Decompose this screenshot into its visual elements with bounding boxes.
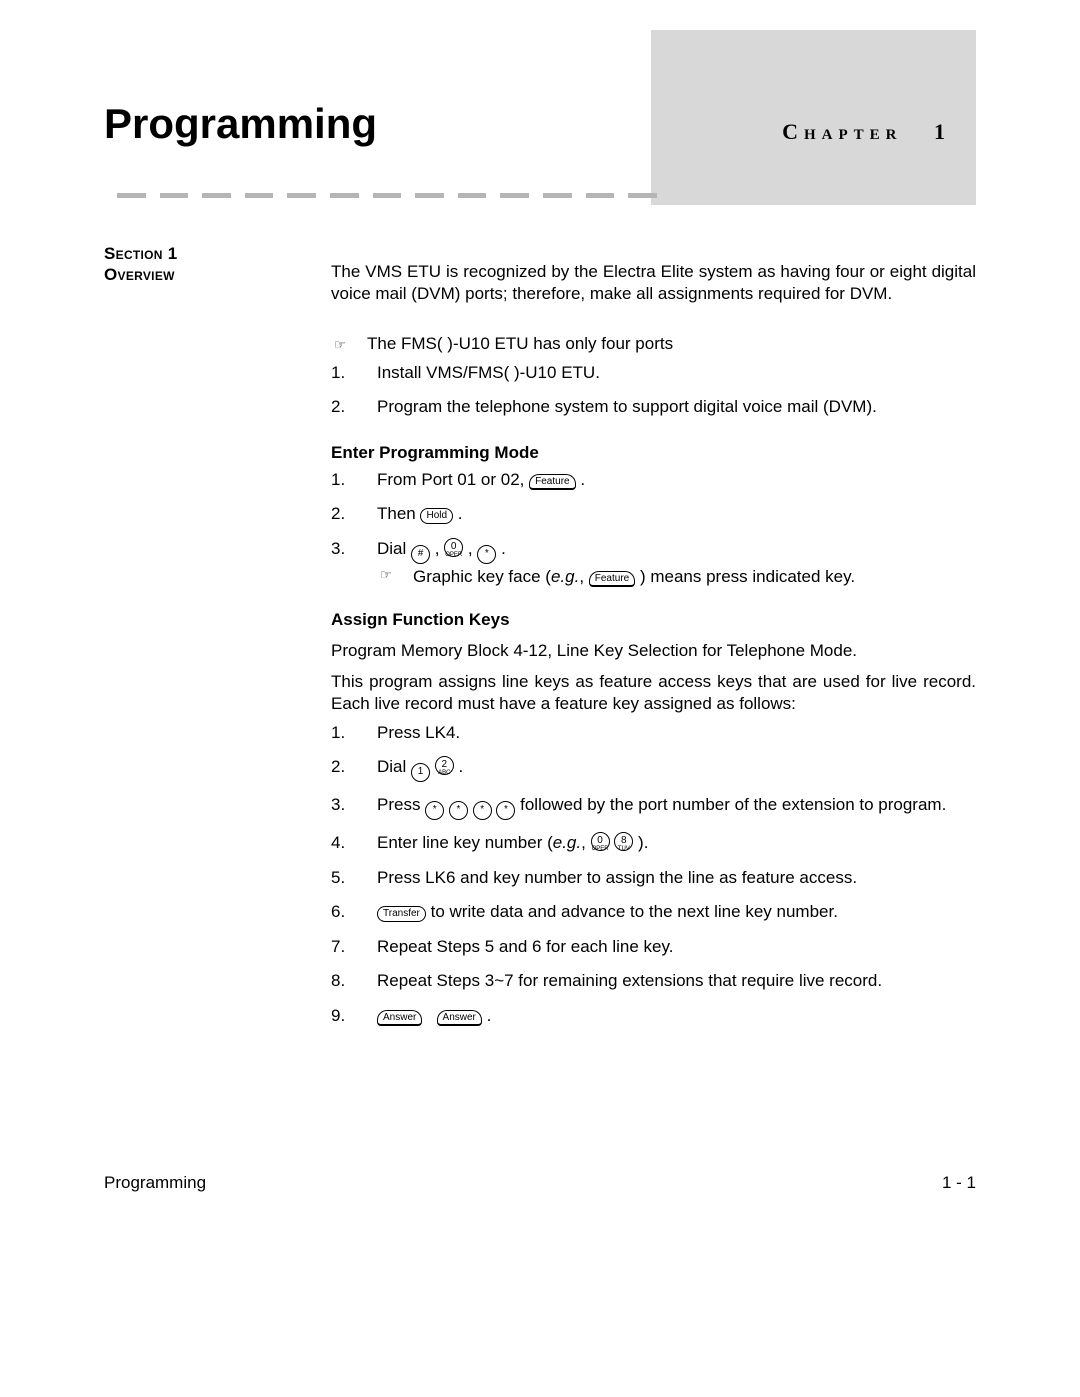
item-number: 7. <box>331 936 349 958</box>
chapter-number: 1 <box>934 119 951 144</box>
star-key-icon: * <box>449 801 468 820</box>
install-list: 1. Install VMS/FMS( )-U10 ETU. 2. Progra… <box>331 362 976 431</box>
list-item: 8. Repeat Steps 3~7 for remaining extens… <box>331 970 976 992</box>
list-item: 1. Press LK4. <box>331 722 976 744</box>
list-item: 2. Then Hold . <box>331 503 976 525</box>
assign-paragraph: This program assigns line keys as featur… <box>331 671 976 716</box>
page-title: Programming <box>104 100 377 148</box>
item-number: 8. <box>331 970 349 992</box>
item-number: 3. <box>331 538 349 564</box>
note-text: The FMS( )-U10 ETU has only four ports <box>367 333 673 355</box>
eight-key-icon: 8TUV <box>614 832 633 851</box>
note-icon: ☞ <box>331 336 349 353</box>
list-item: 1. Install VMS/FMS( )-U10 ETU. <box>331 362 976 384</box>
item-text: Press * * * * followed by the port numbe… <box>377 794 976 820</box>
section-name: Overview <box>104 265 175 285</box>
footer-right: 1 - 1 <box>942 1173 976 1193</box>
feature-key-icon: Feature <box>589 571 635 587</box>
item-text: Then Hold . <box>377 503 976 525</box>
note-text: Graphic key face (e.g., Feature ) means … <box>413 566 855 588</box>
item-number: 2. <box>331 756 349 782</box>
item-text: Install VMS/FMS( )-U10 ETU. <box>377 362 976 384</box>
item-number: 1. <box>331 469 349 491</box>
chapter-header-box <box>651 30 976 205</box>
star-key-icon: * <box>425 801 444 820</box>
zero-key-icon: 0OPER <box>444 538 463 557</box>
item-text: Transfer to write data and advance to th… <box>377 901 976 923</box>
item-number: 3. <box>331 794 349 820</box>
item-text: Press LK6 and key number to assign the l… <box>377 867 976 889</box>
memory-block-paragraph: Program Memory Block 4-12, Line Key Sele… <box>331 640 976 662</box>
item-number: 1. <box>331 362 349 384</box>
star-key-icon: * <box>496 801 515 820</box>
hold-key-icon: Hold <box>420 508 453 524</box>
list-item: 6. Transfer to write data and advance to… <box>331 901 976 923</box>
note-graphic-keyface: ☞ Graphic key face (e.g., Feature ) mean… <box>331 566 976 588</box>
list-item: 2. Program the telephone system to suppo… <box>331 396 976 418</box>
item-text: Program the telephone system to support … <box>377 396 976 418</box>
item-text: Dial # , 0OPER , * . <box>377 538 976 564</box>
item-number: 6. <box>331 901 349 923</box>
hash-key-icon: # <box>411 545 430 564</box>
list-item: 5. Press LK6 and key number to assign th… <box>331 867 976 889</box>
divider-dashed <box>117 193 657 199</box>
enter-programming-mode-heading: Enter Programming Mode <box>331 442 976 464</box>
list-item: 9. Answer Answer . <box>331 1005 976 1027</box>
list-item: 3. Dial # , 0OPER , * . <box>331 538 976 564</box>
item-text: Repeat Steps 3~7 for remaining extension… <box>377 970 976 992</box>
star-key-icon: * <box>473 801 492 820</box>
assign-list: 1. Press LK4. 2. Dial 1 2ABC . 3. Press … <box>331 722 976 1039</box>
note-icon: ☞ <box>377 566 395 588</box>
list-item: 7. Repeat Steps 5 and 6 for each line ke… <box>331 936 976 958</box>
answer-key-icon: Answer <box>437 1010 482 1026</box>
item-number: 9. <box>331 1005 349 1027</box>
two-key-icon: 2ABC <box>435 756 454 775</box>
item-number: 2. <box>331 503 349 525</box>
page-footer: Programming 1 - 1 <box>104 1173 976 1193</box>
item-text: Answer Answer . <box>377 1005 976 1027</box>
chapter-label: Chapter 1 <box>782 119 951 145</box>
note-fms: ☞ The FMS( )-U10 ETU has only four ports <box>331 333 976 355</box>
answer-key-icon: Answer <box>377 1010 422 1026</box>
list-item: 4. Enter line key number (e.g., 0OPER 8T… <box>331 832 976 854</box>
star-key-icon: * <box>477 545 496 564</box>
item-text: Repeat Steps 5 and 6 for each line key. <box>377 936 976 958</box>
enter-mode-list: 1. From Port 01 or 02, Feature . 2. Then… <box>331 469 976 576</box>
feature-key-icon: Feature <box>529 474 575 490</box>
list-item: 3. Press * * * * followed by the port nu… <box>331 794 976 820</box>
transfer-key-icon: Transfer <box>377 906 426 922</box>
item-number: 4. <box>331 832 349 854</box>
item-number: 2. <box>331 396 349 418</box>
chapter-word: Chapter <box>782 119 902 144</box>
item-text: Dial 1 2ABC . <box>377 756 976 782</box>
one-key-icon: 1 <box>411 763 430 782</box>
assign-function-keys-heading: Assign Function Keys <box>331 609 976 631</box>
item-number: 5. <box>331 867 349 889</box>
overview-paragraph: The VMS ETU is recognized by the Electra… <box>331 261 976 306</box>
section-number: Section 1 <box>104 244 178 264</box>
list-item: 2. Dial 1 2ABC . <box>331 756 976 782</box>
item-number: 1. <box>331 722 349 744</box>
item-text: Press LK4. <box>377 722 976 744</box>
item-text: Enter line key number (e.g., 0OPER 8TUV … <box>377 832 976 854</box>
list-item: 1. From Port 01 or 02, Feature . <box>331 469 976 491</box>
item-text: From Port 01 or 02, Feature . <box>377 469 976 491</box>
zero-key-icon: 0OPER <box>591 832 610 851</box>
footer-left: Programming <box>104 1173 206 1193</box>
